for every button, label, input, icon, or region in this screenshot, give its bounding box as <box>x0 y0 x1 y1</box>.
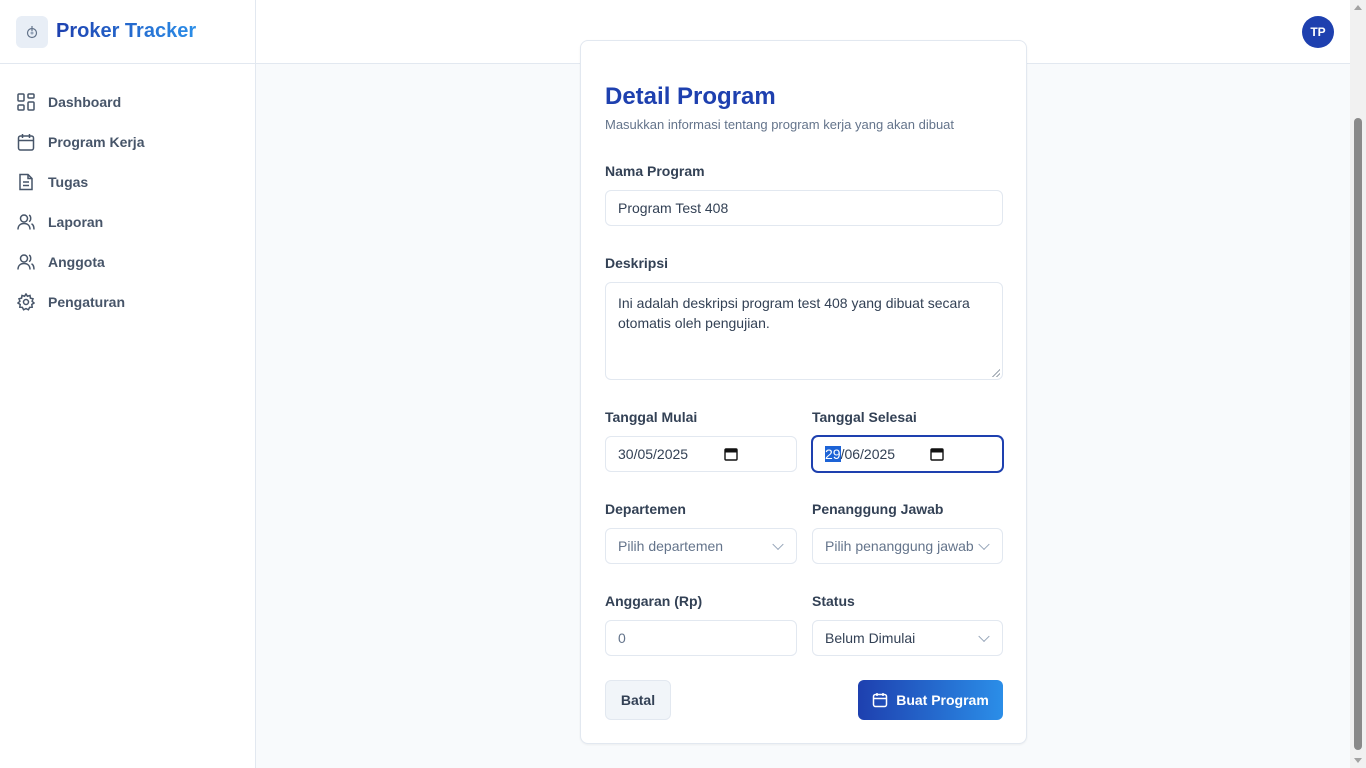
app-logo-icon <box>16 15 48 48</box>
status-label: Status <box>812 593 855 609</box>
calendar-icon <box>872 692 888 708</box>
calendar-picker-icon[interactable] <box>724 447 738 464</box>
sidebar-item-label: Program Kerja <box>48 134 145 150</box>
resize-handle[interactable] <box>992 369 1000 377</box>
deskripsi-value: Ini adalah deskripsi program test 408 ya… <box>618 295 970 331</box>
penanggung-jawab-label: Penanggung Jawab <box>812 501 944 517</box>
create-program-button[interactable]: Buat Program <box>858 680 1003 720</box>
tanggal-selesai-rest: /06/2025 <box>840 446 896 462</box>
document-icon <box>16 172 36 192</box>
sidebar-item-label: Tugas <box>48 174 89 190</box>
brand[interactable]: Proker Tracker <box>0 0 255 64</box>
gear-icon <box>16 292 36 312</box>
create-program-label: Buat Program <box>896 692 989 708</box>
chevron-down-icon <box>772 538 784 551</box>
tanggal-selesai-label: Tanggal Selesai <box>812 409 917 425</box>
anggaran-label: Anggaran (Rp) <box>605 593 703 609</box>
sidebar-item-anggota[interactable]: Anggota <box>0 242 255 282</box>
penanggung-jawab-placeholder: Pilih penanggung jawab <box>825 538 974 554</box>
users-icon <box>16 212 36 232</box>
tanggal-mulai-value: 30/05/2025 <box>618 446 689 462</box>
tanggal-selesai-day: 29 <box>825 446 841 462</box>
app-title: Proker Tracker <box>56 20 197 42</box>
departemen-label: Departemen <box>605 501 686 517</box>
nama-program-label: Nama Program <box>605 163 705 179</box>
calendar-icon <box>16 132 36 152</box>
scroll-thumb[interactable] <box>1354 118 1362 750</box>
card-subtitle: Masukkan informasi tentang program kerja… <box>605 117 955 132</box>
departemen-placeholder: Pilih departemen <box>618 538 724 554</box>
status-value: Belum Dimulai <box>825 630 916 646</box>
departemen-select[interactable]: Pilih departemen <box>605 528 797 564</box>
anggaran-input[interactable]: 0 <box>605 620 797 656</box>
card-title: Detail Program <box>605 83 776 110</box>
tanggal-mulai-input[interactable]: 30/05/2025 <box>605 436 797 472</box>
status-select[interactable]: Belum Dimulai <box>812 620 1003 656</box>
scroll-up-icon[interactable] <box>1354 5 1362 10</box>
chevron-down-icon <box>978 538 990 551</box>
sidebar-item-pengaturan[interactable]: Pengaturan <box>0 282 255 322</box>
sidebar-item-label: Anggota <box>48 254 105 270</box>
cancel-button[interactable]: Batal <box>605 680 671 720</box>
program-detail-card: Detail Program Masukkan informasi tentan… <box>580 40 1027 744</box>
anggaran-value: 0 <box>618 630 626 646</box>
users-icon <box>16 252 36 272</box>
sidebar-item-label: Laporan <box>48 214 104 230</box>
avatar[interactable]: TP <box>1302 16 1334 48</box>
sidebar-item-tugas[interactable]: Tugas <box>0 162 255 202</box>
chevron-down-icon <box>978 630 990 643</box>
sidebar-item-dashboard[interactable]: Dashboard <box>0 82 255 122</box>
sidebar: Proker Tracker Dashboard Program Kerja T… <box>0 0 256 768</box>
nama-program-value: Program Test 408 <box>618 200 729 216</box>
sidebar-nav: Dashboard Program Kerja Tugas Laporan An… <box>0 64 255 322</box>
tanggal-mulai-label: Tanggal Mulai <box>605 409 698 425</box>
deskripsi-textarea[interactable]: Ini adalah deskripsi program test 408 ya… <box>605 282 1003 380</box>
sidebar-item-program-kerja[interactable]: Program Kerja <box>0 122 255 162</box>
penanggung-jawab-select[interactable]: Pilih penanggung jawab <box>812 528 1003 564</box>
nama-program-input[interactable]: Program Test 408 <box>605 190 1003 226</box>
deskripsi-label: Deskripsi <box>605 255 669 271</box>
calendar-picker-icon[interactable] <box>930 447 944 464</box>
dashboard-icon <box>16 92 36 112</box>
tanggal-selesai-input[interactable]: 29/06/2025 <box>812 436 1003 472</box>
sidebar-item-laporan[interactable]: Laporan <box>0 202 255 242</box>
sidebar-item-label: Pengaturan <box>48 294 126 310</box>
page-scrollbar[interactable] <box>1350 0 1366 768</box>
sidebar-item-label: Dashboard <box>48 94 122 110</box>
scroll-down-icon[interactable] <box>1354 758 1362 763</box>
